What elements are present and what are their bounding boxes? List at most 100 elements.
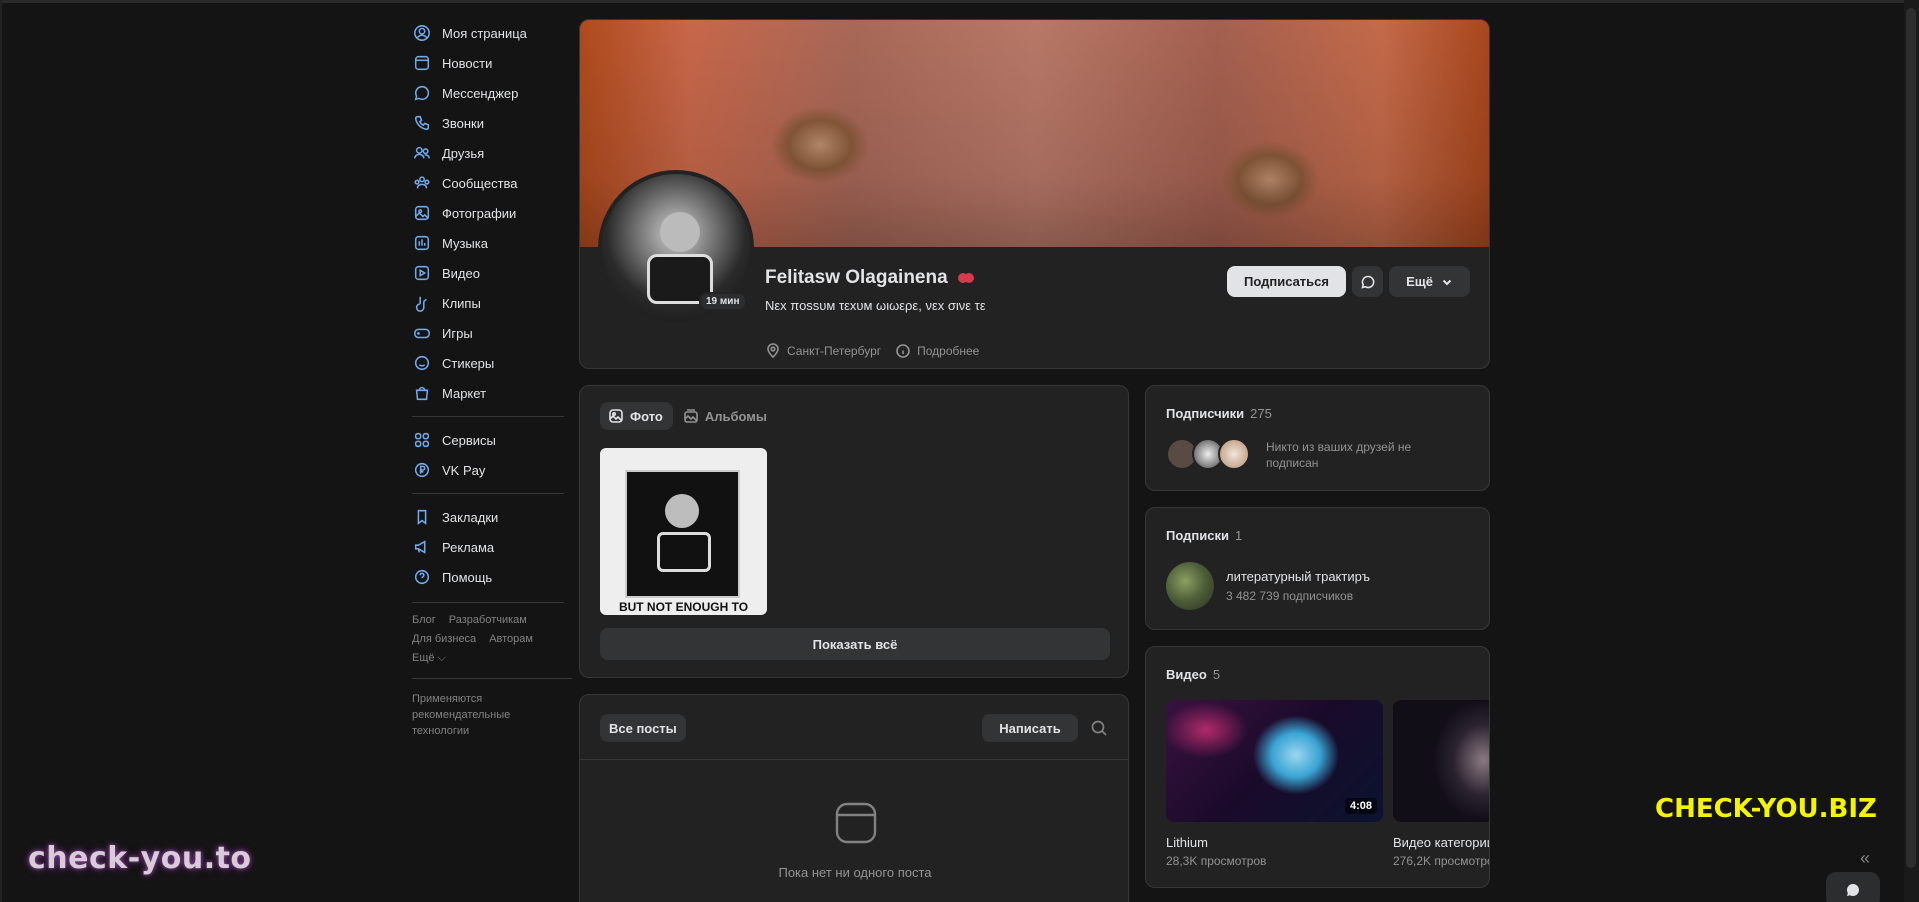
collapse-chevrons-icon[interactable]: « xyxy=(1860,848,1870,869)
more-button[interactable]: Ещё xyxy=(1389,266,1470,297)
footer-link-blog[interactable]: Блог xyxy=(412,614,436,626)
profile-status: Νεх ποssυм τεхυм ωιωερε, νεх σινε τε xyxy=(765,298,986,313)
sidebar-item-ads[interactable]: Реклама xyxy=(412,532,572,562)
sidebar-item-label: Мессенджер xyxy=(442,85,519,101)
message-icon xyxy=(1360,275,1374,289)
video-icon xyxy=(412,263,432,283)
sidebar-item-label: Закладки xyxy=(442,509,499,525)
profile-meta: Санкт-Петербург Подробнее xyxy=(765,343,993,359)
sidebar-item-news[interactable]: Новости xyxy=(412,48,572,78)
communities-icon xyxy=(412,173,432,193)
write-post-button[interactable]: Написать xyxy=(982,714,1078,742)
group-subscribers-count: 3 482 739 подписчиков xyxy=(1226,589,1354,603)
profile-city-label: Санкт-Петербург xyxy=(787,344,882,358)
video-item[interactable]: Видео категории 276,2K просмотров xyxy=(1393,700,1489,868)
profile-details-link[interactable]: Подробнее xyxy=(895,343,979,359)
online-status-badge: 19 мин xyxy=(699,292,747,311)
sidebar-item-games[interactable]: Игры xyxy=(412,318,572,348)
sidebar-item-label: Сообщества xyxy=(442,175,518,191)
sidebar-item-vkpay[interactable]: VK Pay xyxy=(412,455,572,485)
sidebar-item-stickers[interactable]: Стикеры xyxy=(412,348,572,378)
tab-albums[interactable]: Альбомы xyxy=(675,402,777,430)
video-title[interactable]: Видео категории xyxy=(1393,835,1489,850)
videos-title[interactable]: Видео 5 xyxy=(1166,667,1220,682)
video-thumbnail[interactable] xyxy=(1393,700,1489,822)
sidebar-divider xyxy=(412,416,564,417)
video-thumbnail[interactable]: 4:08 xyxy=(1166,700,1383,822)
video-title[interactable]: Lithium xyxy=(1166,835,1383,850)
search-icon[interactable] xyxy=(1090,719,1108,737)
footer-link-more[interactable]: Ещё ⌵ xyxy=(412,652,446,664)
sidebar-item-communities[interactable]: Сообщества xyxy=(412,168,572,198)
subscriptions-title[interactable]: Подписки 1 xyxy=(1166,528,1242,543)
video-views: 28,3K просмотров xyxy=(1166,854,1267,868)
posts-card: Все посты Написать Пока нет ни одного по… xyxy=(579,694,1129,902)
profile-header-card: 19 мин Felitasw Olagainena Νεх ποssυм τε… xyxy=(579,19,1490,369)
sidebar-item-services[interactable]: Сервисы xyxy=(412,425,572,455)
subscriber-avatars xyxy=(1166,438,1250,470)
footer-link-developers[interactable]: Разработчикам xyxy=(449,614,527,626)
sidebar-item-friends[interactable]: Друзья xyxy=(412,138,572,168)
empty-posts-text: Пока нет ни одного поста xyxy=(778,865,932,880)
news-icon xyxy=(412,53,432,73)
clips-icon xyxy=(412,293,432,313)
sidebar-item-label: Моя страница xyxy=(442,25,527,41)
friends-icon xyxy=(412,143,432,163)
sidebar-item-label: Помощь xyxy=(442,569,493,585)
sidebar-item-label: Друзья xyxy=(442,145,485,161)
profile-name-row: Felitasw Olagainena xyxy=(765,267,976,289)
group-name[interactable]: литературный трактиръ xyxy=(1226,569,1370,584)
info-icon xyxy=(896,344,910,358)
sidebar-item-music[interactable]: Музыка xyxy=(412,228,572,258)
recommendation-note[interactable]: Применяются рекомендательные технологии xyxy=(412,691,532,739)
subscribers-card[interactable]: Подписчики 275 Никто из ваших друзей не п… xyxy=(1145,385,1490,491)
video-item[interactable]: 4:08 Lithium 28,3K просмотров xyxy=(1166,700,1383,868)
photo-thumbnail[interactable]: BUT NOT ENOUGH TO xyxy=(600,448,767,615)
floating-chat-button[interactable] xyxy=(1826,872,1880,902)
chevron-down-icon xyxy=(1442,279,1452,285)
sidebar-item-photos[interactable]: Фотографии xyxy=(412,198,572,228)
sidebar-item-video[interactable]: Видео xyxy=(412,258,572,288)
sidebar-item-label: Стикеры xyxy=(442,355,495,371)
sidebar-item-label: Звонки xyxy=(442,115,484,131)
photos-card: Фото Альбомы BUT NOT ENOUGH TO Показать … xyxy=(579,385,1129,678)
photos-tabs: Фото Альбомы xyxy=(600,402,779,430)
subscribers-note: Никто из ваших друзей не подписан xyxy=(1266,440,1412,470)
subscriptions-count: 1 xyxy=(1234,528,1243,543)
vkpay-icon xyxy=(412,460,432,480)
watermark-right: CHECK-YOU.BIZ xyxy=(1655,794,1877,824)
subscribers-title: Подписчики 275 xyxy=(1166,406,1272,421)
tab-photos-label: Фото xyxy=(630,408,663,424)
photo-caption-text: BUT NOT ENOUGH TO xyxy=(618,600,749,614)
user-circle-icon xyxy=(412,23,432,43)
sidebar-item-label: Новости xyxy=(442,55,493,71)
chat-bubble-icon xyxy=(1846,884,1859,896)
sidebar-item-market[interactable]: Маркет xyxy=(412,378,572,408)
photo-icon xyxy=(412,203,432,223)
subscribe-button[interactable]: Подписаться xyxy=(1227,266,1346,297)
footer-link-authors[interactable]: Авторам xyxy=(489,633,533,645)
videos-count: 5 xyxy=(1212,667,1221,682)
sidebar-item-calls[interactable]: Звонки xyxy=(412,108,572,138)
message-button[interactable] xyxy=(1352,266,1383,297)
sidebar-item-label: Маркет xyxy=(442,385,487,401)
sidebar-item-messenger[interactable]: Мессенджер xyxy=(412,78,572,108)
footer-link-business[interactable]: Для бизнеса xyxy=(412,633,476,645)
group-avatar[interactable] xyxy=(1166,562,1214,610)
tab-photos[interactable]: Фото xyxy=(600,402,673,430)
empty-posts-icon xyxy=(834,801,878,845)
sidebar-item-label: VK Pay xyxy=(442,462,486,478)
subscriptions-card: Подписки 1 литературный трактиръ 3 482 73… xyxy=(1145,507,1490,630)
sidebar-item-my-page[interactable]: Моя страница xyxy=(412,18,572,48)
sidebar-item-bookmarks[interactable]: Закладки xyxy=(412,502,572,532)
profile-name: Felitasw Olagainena xyxy=(765,267,948,288)
bag-icon xyxy=(412,383,432,403)
videos-card: Видео 5 4:08 Lithium 28,3K просмотров Вид… xyxy=(1145,646,1490,888)
show-all-photos-button[interactable]: Показать всё xyxy=(600,628,1110,660)
all-posts-button[interactable]: Все посты xyxy=(600,714,686,742)
avatar[interactable] xyxy=(1218,438,1250,470)
photo-icon xyxy=(609,409,623,423)
scrollbar-thumb[interactable] xyxy=(1906,8,1916,868)
sidebar-item-help[interactable]: Помощь xyxy=(412,562,572,592)
sidebar-item-clips[interactable]: Клипы xyxy=(412,288,572,318)
